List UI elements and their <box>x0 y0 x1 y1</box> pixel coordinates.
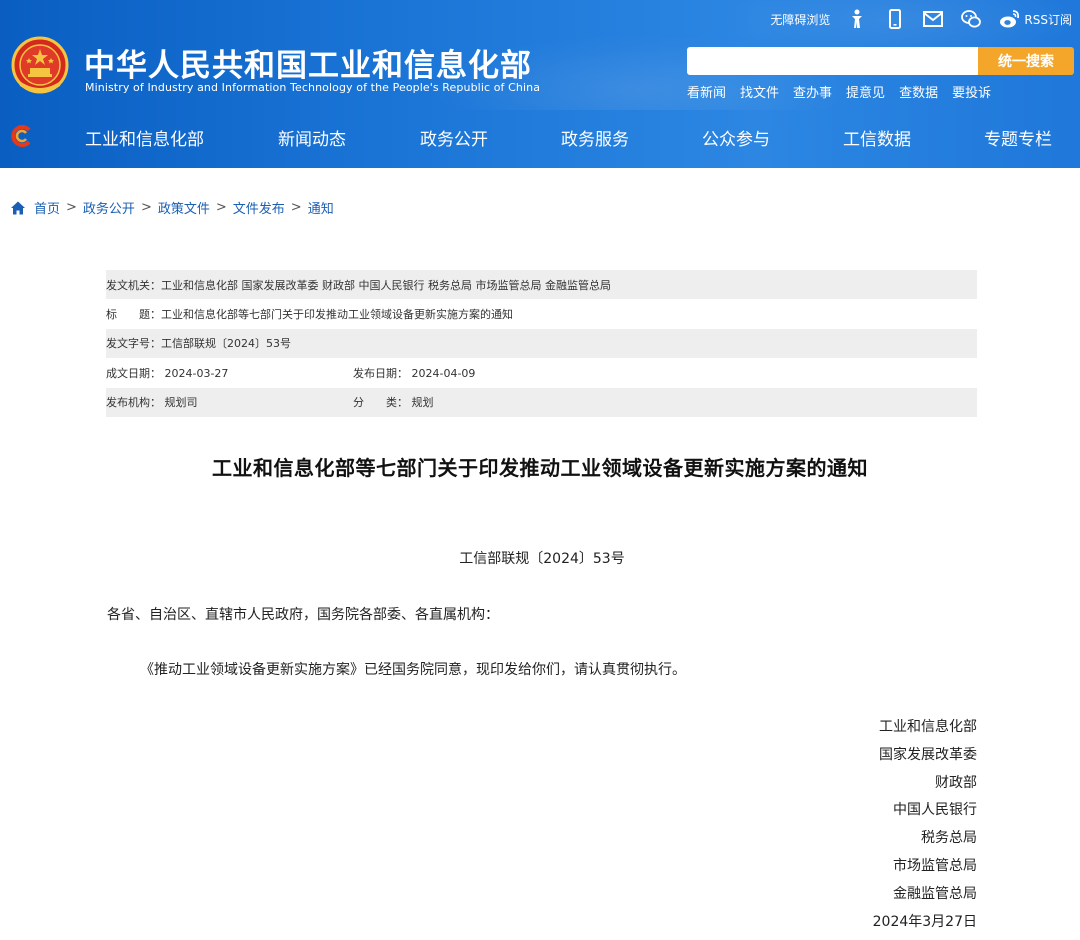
issuer-value: 工业和信息化部 国家发展改革委 财政部 中国人民银行 税务总局 市场监管总局 金… <box>161 278 611 292</box>
signatory: 中国人民银行 <box>893 802 977 819</box>
document-addressee: 各省、自治区、直辖市人民政府，国务院各部委、各直属机构： <box>107 607 499 623</box>
org-label: 发布机构： <box>106 396 161 410</box>
doc-no-label: 发文字号： <box>106 337 161 351</box>
breadcrumb-notice[interactable]: 通知 <box>308 198 334 217</box>
nav-item-news[interactable]: 新闻动态 <box>278 125 346 150</box>
info-row-doc-no: 发文字号： 工信部联规〔2024〕53号 <box>106 328 977 359</box>
nav-item-gov-affairs[interactable]: 政务公开 <box>420 125 488 150</box>
document-info-table: 发文机关： 工业和信息化部 国家发展改革委 财政部 中国人民银行 税务总局 市场… <box>106 270 977 417</box>
wechat-icon[interactable] <box>960 8 982 30</box>
main-nav: 工业和信息化部 新闻动态 政务公开 政务服务 公众参与 工信数据 专题专栏 <box>0 108 1080 166</box>
signatory: 市场监管总局 <box>893 857 977 874</box>
signatory: 财政部 <box>935 774 977 791</box>
published-date-label: 发布日期： <box>353 366 408 380</box>
quick-link-data[interactable]: 查数据 <box>899 82 938 101</box>
breadcrumb-doc-release[interactable]: 文件发布 <box>233 198 285 217</box>
category-value: 规划 <box>411 396 434 410</box>
accessibility-figure-icon[interactable] <box>846 8 868 30</box>
quick-link-files[interactable]: 找文件 <box>740 82 779 101</box>
site-title[interactable]: 中华人民共和国工业和信息化部 <box>84 40 532 85</box>
home-icon[interactable] <box>10 200 26 216</box>
signatory: 金融监管总局 <box>893 885 977 902</box>
quick-links: 看新闻 找文件 查办事 提意见 查数据 要投诉 <box>687 82 991 101</box>
breadcrumb-separator: > <box>66 200 77 215</box>
breadcrumb-separator: > <box>140 200 152 215</box>
nav-item-topics[interactable]: 专题专栏 <box>984 125 1052 150</box>
site-header: 中华人民共和国工业和信息化部 Ministry of Industry and … <box>0 0 1080 168</box>
nav-item-participation[interactable]: 公众参与 <box>702 125 770 150</box>
info-row-org: 发布机构： 规划司 分 类： 规划 <box>106 387 977 417</box>
search-input[interactable] <box>687 47 978 75</box>
document-number: 工信部联规〔2024〕53号 <box>459 551 625 567</box>
signatory: 国家发展改革委 <box>879 746 977 763</box>
quick-link-services[interactable]: 查办事 <box>793 82 832 101</box>
accessibility-link[interactable]: 无障碍浏览 <box>770 11 830 28</box>
info-row-title: 标 题： 工业和信息化部等七部门关于印发推动工业领域设备更新实施方案的通知 <box>106 299 977 328</box>
created-date-label: 成文日期： <box>106 366 161 380</box>
signatory: 税务总局 <box>921 830 977 847</box>
title-label: 标 题： <box>106 308 161 322</box>
document-title: 工业和信息化部等七部门关于印发推动工业领域设备更新实施方案的通知 <box>212 456 868 480</box>
created-date-value: 2024-03-27 <box>164 366 229 380</box>
mail-icon[interactable] <box>922 8 944 30</box>
quick-link-feedback[interactable]: 提意见 <box>846 82 885 101</box>
breadcrumb-policy-docs[interactable]: 政策文件 <box>158 198 210 217</box>
rss-link[interactable]: RSS订阅 <box>1024 11 1072 28</box>
issuer-label: 发文机关： <box>106 278 161 292</box>
quick-link-news[interactable]: 看新闻 <box>687 82 726 101</box>
info-row-dates: 成文日期： 2024-03-27 发布日期： 2024-04-09 <box>106 358 977 387</box>
miit-logo-icon[interactable] <box>9 124 33 148</box>
breadcrumb-separator: > <box>215 200 227 215</box>
breadcrumb-gov-affairs[interactable]: 政务公开 <box>83 198 135 217</box>
document-signatories: 工业和信息化部 国家发展改革委 财政部 中国人民银行 税务总局 市场监管总局 金… <box>873 714 977 936</box>
breadcrumb-separator: > <box>290 200 302 215</box>
signatory: 工业和信息化部 <box>879 719 977 735</box>
nav-item-data[interactable]: 工信数据 <box>843 125 911 150</box>
title-value: 工业和信息化部等七部门关于印发推动工业领域设备更新实施方案的通知 <box>161 308 513 322</box>
category-label: 分 类： <box>353 396 408 410</box>
document-date: 2024年3月27日 <box>872 913 977 930</box>
search-button[interactable]: 统一搜索 <box>978 47 1074 75</box>
info-row-issuer: 发文机关： 工业和信息化部 国家发展改革委 财政部 中国人民银行 税务总局 市场… <box>106 270 977 300</box>
mobile-icon[interactable] <box>884 8 906 30</box>
breadcrumb-home[interactable]: 首页 <box>34 198 60 217</box>
breadcrumb: 首页 > 政务公开 > 政策文件 > 文件发布 > 通知 <box>10 198 334 217</box>
nav-item-miit[interactable]: 工业和信息化部 <box>85 125 204 150</box>
header-tools: 无障碍浏览 RSS订阅 <box>770 6 1072 32</box>
national-emblem-icon[interactable] <box>10 36 70 98</box>
nav-item-gov-services[interactable]: 政务服务 <box>561 125 629 150</box>
site-subtitle: Ministry of Industry and Information Tec… <box>85 81 541 94</box>
quick-link-complaint[interactable]: 要投诉 <box>952 82 991 101</box>
doc-no-value: 工信部联规〔2024〕53号 <box>161 337 291 351</box>
org-value: 规划司 <box>164 396 198 410</box>
published-date-value: 2024-04-09 <box>411 366 476 380</box>
weibo-icon[interactable] <box>998 8 1020 30</box>
document-body-paragraph: 《推动工业领域设备更新实施方案》已经国务院同意，现印发给你们，请认真贯彻执行。 <box>140 662 686 678</box>
